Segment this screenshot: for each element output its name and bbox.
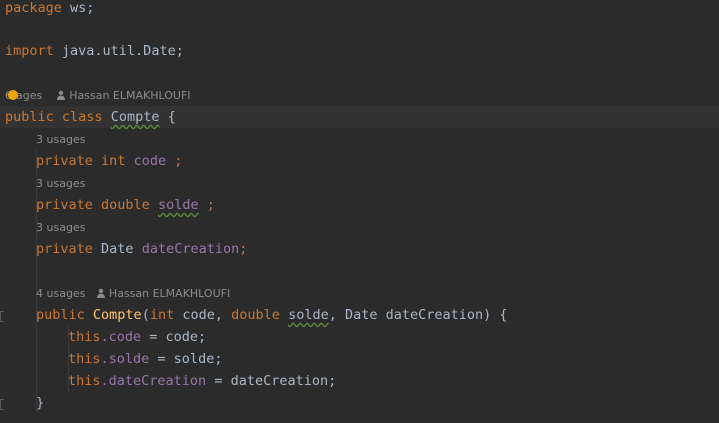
keyword: double — [231, 307, 280, 323]
param: code, — [174, 307, 232, 323]
field-name: dateCreation — [141, 241, 240, 257]
usage-suffix: ages — [16, 89, 43, 102]
code-line-field-solde[interactable]: private double solde ; — [36, 194, 215, 216]
params-rest: , Date dateCreation) { — [328, 307, 508, 323]
keyword: private — [36, 241, 93, 257]
usage-count: 4 usages — [36, 287, 86, 300]
keyword: int — [149, 307, 175, 323]
keyword: package — [5, 0, 62, 16]
code-line-assign-dateCreation[interactable]: this.dateCreation = dateCreation; — [68, 370, 336, 392]
type-name: Date — [101, 241, 134, 257]
person-icon — [96, 288, 105, 298]
field-ref: .code — [100, 329, 142, 345]
field-name: code — [133, 153, 167, 169]
keyword: this — [68, 351, 101, 367]
field-usage-hint[interactable]: 3 usages — [36, 217, 85, 239]
code-line-assign-code[interactable]: this.code = code; — [68, 326, 206, 348]
author-name: Hassan ELMAKHLOUFI — [108, 287, 231, 300]
code-line-assign-solde[interactable]: this.solde = solde; — [68, 348, 222, 370]
keyword: public — [5, 109, 54, 125]
package-name: ws; — [61, 0, 95, 16]
assignment: = code; — [141, 329, 207, 345]
lightbulb-icon[interactable] — [8, 90, 18, 100]
field-name: solde — [157, 197, 199, 213]
import-path: java.util.Date; — [53, 43, 184, 59]
field-usage-hint[interactable]: 3 usages — [36, 173, 85, 195]
code-line-class-declaration[interactable]: public class Compte { — [5, 106, 176, 128]
brace: { — [159, 109, 176, 125]
keyword: import — [5, 43, 54, 59]
keyword: public — [36, 307, 85, 323]
field-ref: .dateCreation — [100, 373, 207, 389]
keyword: this — [68, 373, 101, 389]
class-usage-hint[interactable]: 6ages Hassan ELMAKHLOUFI — [5, 85, 191, 107]
assignment: = solde; — [149, 351, 223, 367]
author-name: Hassan ELMAKHLOUFI — [69, 89, 191, 102]
fold-marker[interactable] — [0, 399, 4, 410]
semicolon: ; — [198, 197, 215, 213]
keyword: private — [36, 197, 93, 213]
keyword: double — [101, 197, 150, 213]
constructor-name: Compte — [92, 307, 142, 323]
keyword: private — [36, 153, 93, 169]
class-name[interactable]: Compte — [111, 109, 160, 125]
param: solde — [288, 307, 329, 323]
semicolon: ; — [166, 153, 183, 169]
code-line-field-dateCreation[interactable]: private Date dateCreation; — [36, 238, 247, 260]
constructor-usage-hint[interactable]: 4 usages Hassan ELMAKHLOUFI — [36, 283, 230, 305]
semicolon: ; — [239, 241, 248, 257]
code-line-close-brace[interactable]: } — [36, 392, 44, 414]
code-editor[interactable]: package ws; import java.util.Date; 6ages… — [0, 0, 719, 423]
field-usage-hint[interactable]: 3 usages — [36, 129, 85, 151]
fold-marker[interactable] — [0, 311, 4, 322]
code-line-package[interactable]: package ws; — [5, 0, 94, 19]
code-line-import[interactable]: import java.util.Date; — [5, 40, 184, 62]
field-ref: .solde — [100, 351, 150, 367]
paren: ( — [141, 307, 150, 323]
keyword: this — [68, 329, 101, 345]
person-icon — [57, 90, 66, 100]
keyword: int — [101, 153, 126, 169]
assignment: = dateCreation; — [206, 373, 337, 389]
keyword: class — [61, 109, 103, 125]
code-line-constructor[interactable]: public Compte(int code, double solde, Da… — [36, 304, 508, 326]
code-line-field-code[interactable]: private int code ; — [36, 150, 182, 172]
